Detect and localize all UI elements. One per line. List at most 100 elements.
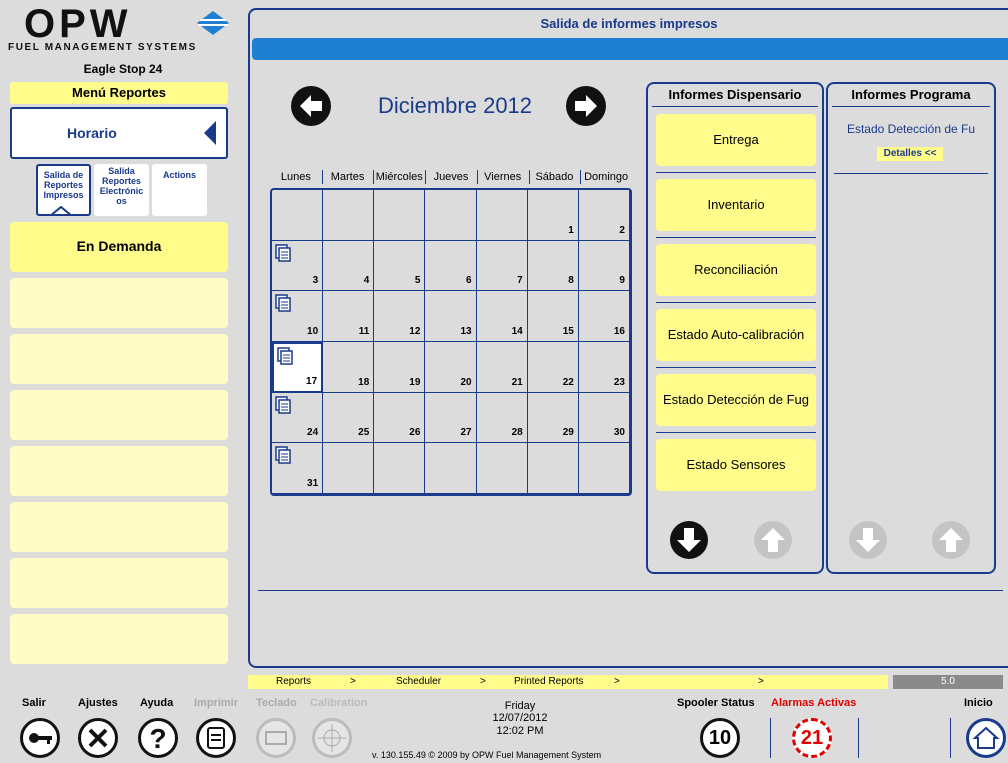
help-button[interactable]: ? xyxy=(138,718,178,758)
calendar-day-23[interactable]: 23 xyxy=(578,342,630,393)
horario-label: Horario xyxy=(67,125,117,141)
calendar-day-13[interactable]: 13 xyxy=(425,291,477,342)
calendar-day-18[interactable]: 18 xyxy=(323,342,375,393)
calendar-empty-cell xyxy=(527,443,579,494)
scheduled-report-icon xyxy=(277,347,293,365)
calendar-day-14[interactable]: 14 xyxy=(476,291,528,342)
calendar-day-29[interactable]: 29 xyxy=(527,392,579,444)
print-button[interactable] xyxy=(196,718,236,758)
calendar-day-28[interactable]: 28 xyxy=(476,392,528,444)
horario-button[interactable]: Horario xyxy=(10,107,228,159)
sidebar-item-empty[interactable] xyxy=(10,390,228,440)
calendar-empty-cell xyxy=(476,190,528,241)
report-auto-calibracion-button[interactable]: Estado Auto-calibración xyxy=(656,309,816,361)
prev-month-button[interactable] xyxy=(290,85,332,127)
button-label: Estado Detección de Fug xyxy=(663,392,809,407)
exit-label: Salir xyxy=(22,697,46,709)
calendar-day-21[interactable]: 21 xyxy=(476,342,528,393)
calendar-day-31[interactable]: 31 xyxy=(272,443,324,494)
printer-icon xyxy=(207,727,225,749)
weekday-3: Jueves xyxy=(433,171,469,183)
calendar-day-25[interactable]: 25 xyxy=(323,392,375,444)
calendar-day-6[interactable]: 6 xyxy=(425,240,477,292)
calendar-day-20[interactable]: 20 xyxy=(425,342,477,393)
calendar-day-2[interactable]: 2 xyxy=(578,190,630,241)
scroll-up-disabled-button[interactable] xyxy=(753,520,793,560)
logo-tagline: FUEL MANAGEMENT SYSTEMS xyxy=(8,42,197,53)
home-label: Inicio xyxy=(964,697,993,709)
calendar-day-30[interactable]: 30 xyxy=(578,392,630,444)
calendar-day-26[interactable]: 26 xyxy=(374,392,426,444)
tab-actions[interactable]: Actions xyxy=(152,164,207,216)
report-sensores-button[interactable]: Estado Sensores xyxy=(656,439,816,491)
sidebar-item-en-demanda[interactable]: En Demanda xyxy=(10,222,228,272)
button-label: Estado Sensores xyxy=(686,457,786,472)
crumb-reports[interactable]: Reports xyxy=(276,676,311,687)
day-number: 16 xyxy=(613,325,625,337)
calendar-day-1[interactable]: 1 xyxy=(527,190,579,241)
weekday-4: Viernes xyxy=(484,171,522,183)
calibration-button[interactable] xyxy=(312,718,352,758)
calendar-day-15[interactable]: 15 xyxy=(527,291,579,342)
sidebar-item-empty[interactable] xyxy=(10,558,228,608)
sidebar-item-empty[interactable] xyxy=(10,334,228,384)
day-number: 18 xyxy=(358,376,370,388)
active-alarms-button[interactable]: 21 xyxy=(792,718,832,758)
spooler-count-button[interactable]: 10 xyxy=(700,718,740,758)
version-badge: 5.0 xyxy=(893,675,1003,689)
sidebar-item-empty[interactable] xyxy=(10,446,228,496)
home-button[interactable] xyxy=(966,718,1006,758)
report-reconciliacion-button[interactable]: Reconciliación xyxy=(656,244,816,296)
report-deteccion-fugas-button[interactable]: Estado Detección de Fug xyxy=(656,374,816,426)
calendar-empty-cell xyxy=(374,443,426,494)
day-number: 31 xyxy=(307,477,319,489)
tab-printed-reports-label: Salida de Reportes Impresos xyxy=(43,170,84,200)
calendar-day-4[interactable]: 4 xyxy=(323,240,375,292)
report-entrega-button[interactable]: Entrega xyxy=(656,114,816,166)
sidebar-item-empty[interactable] xyxy=(10,502,228,552)
next-month-button[interactable] xyxy=(565,85,607,127)
calendar-day-17[interactable]: 17 xyxy=(272,342,324,393)
calendar-day-16[interactable]: 16 xyxy=(578,291,630,342)
page-title: Salida de informes impresos xyxy=(540,16,718,31)
tab-electronic-reports[interactable]: Salida Reportes Electrónic os xyxy=(94,164,149,216)
day-number: 13 xyxy=(460,325,472,337)
divider xyxy=(834,173,988,174)
day-number: 9 xyxy=(619,275,625,287)
calendar-day-5[interactable]: 5 xyxy=(374,240,426,292)
report-inventario-button[interactable]: Inventario xyxy=(656,179,816,231)
settings-button[interactable] xyxy=(78,718,118,758)
details-button[interactable]: Detalles << xyxy=(877,147,943,161)
crumb-scheduler[interactable]: Scheduler xyxy=(396,676,441,687)
calendar-day-11[interactable]: 11 xyxy=(323,291,375,342)
weekday-0: Lunes xyxy=(280,171,311,183)
crumb-printed-reports[interactable]: Printed Reports xyxy=(514,676,583,687)
calendar-day-8[interactable]: 8 xyxy=(527,240,579,292)
tools-icon xyxy=(88,728,108,748)
day-number: 24 xyxy=(307,427,319,439)
program-scroll-down-button[interactable] xyxy=(848,520,888,560)
calendar-day-9[interactable]: 9 xyxy=(578,240,630,292)
day-number: 26 xyxy=(409,427,421,439)
calendar-day-19[interactable]: 19 xyxy=(374,342,426,393)
calendar-day-12[interactable]: 12 xyxy=(374,291,426,342)
copyright: v. 130.155.49 © 2009 by OPW Fuel Managem… xyxy=(372,750,602,760)
diamond-logo-icon xyxy=(197,11,229,35)
program-scroll-up-button[interactable] xyxy=(931,520,971,560)
footer-day: Friday xyxy=(504,700,536,712)
sidebar-item-empty[interactable] xyxy=(10,278,228,328)
exit-key-button[interactable] xyxy=(20,718,60,758)
scheduled-report-icon xyxy=(275,395,291,414)
keyboard-button[interactable] xyxy=(256,718,296,758)
day-number: 17 xyxy=(306,375,318,387)
calendar-day-24[interactable]: 24 xyxy=(272,392,324,444)
sidebar-item-empty[interactable] xyxy=(10,614,228,664)
calendar-day-27[interactable]: 27 xyxy=(425,392,477,444)
calendar-day-3[interactable]: 3 xyxy=(272,240,324,292)
calendar-day-22[interactable]: 22 xyxy=(527,342,579,393)
menu-title: Menú Reportes xyxy=(10,82,228,104)
scroll-down-button[interactable] xyxy=(669,520,709,560)
tab-printed-reports[interactable]: Salida de Reportes Impresos xyxy=(36,164,91,216)
calendar-day-7[interactable]: 7 xyxy=(476,240,528,292)
calendar-day-10[interactable]: 10 xyxy=(272,291,324,342)
